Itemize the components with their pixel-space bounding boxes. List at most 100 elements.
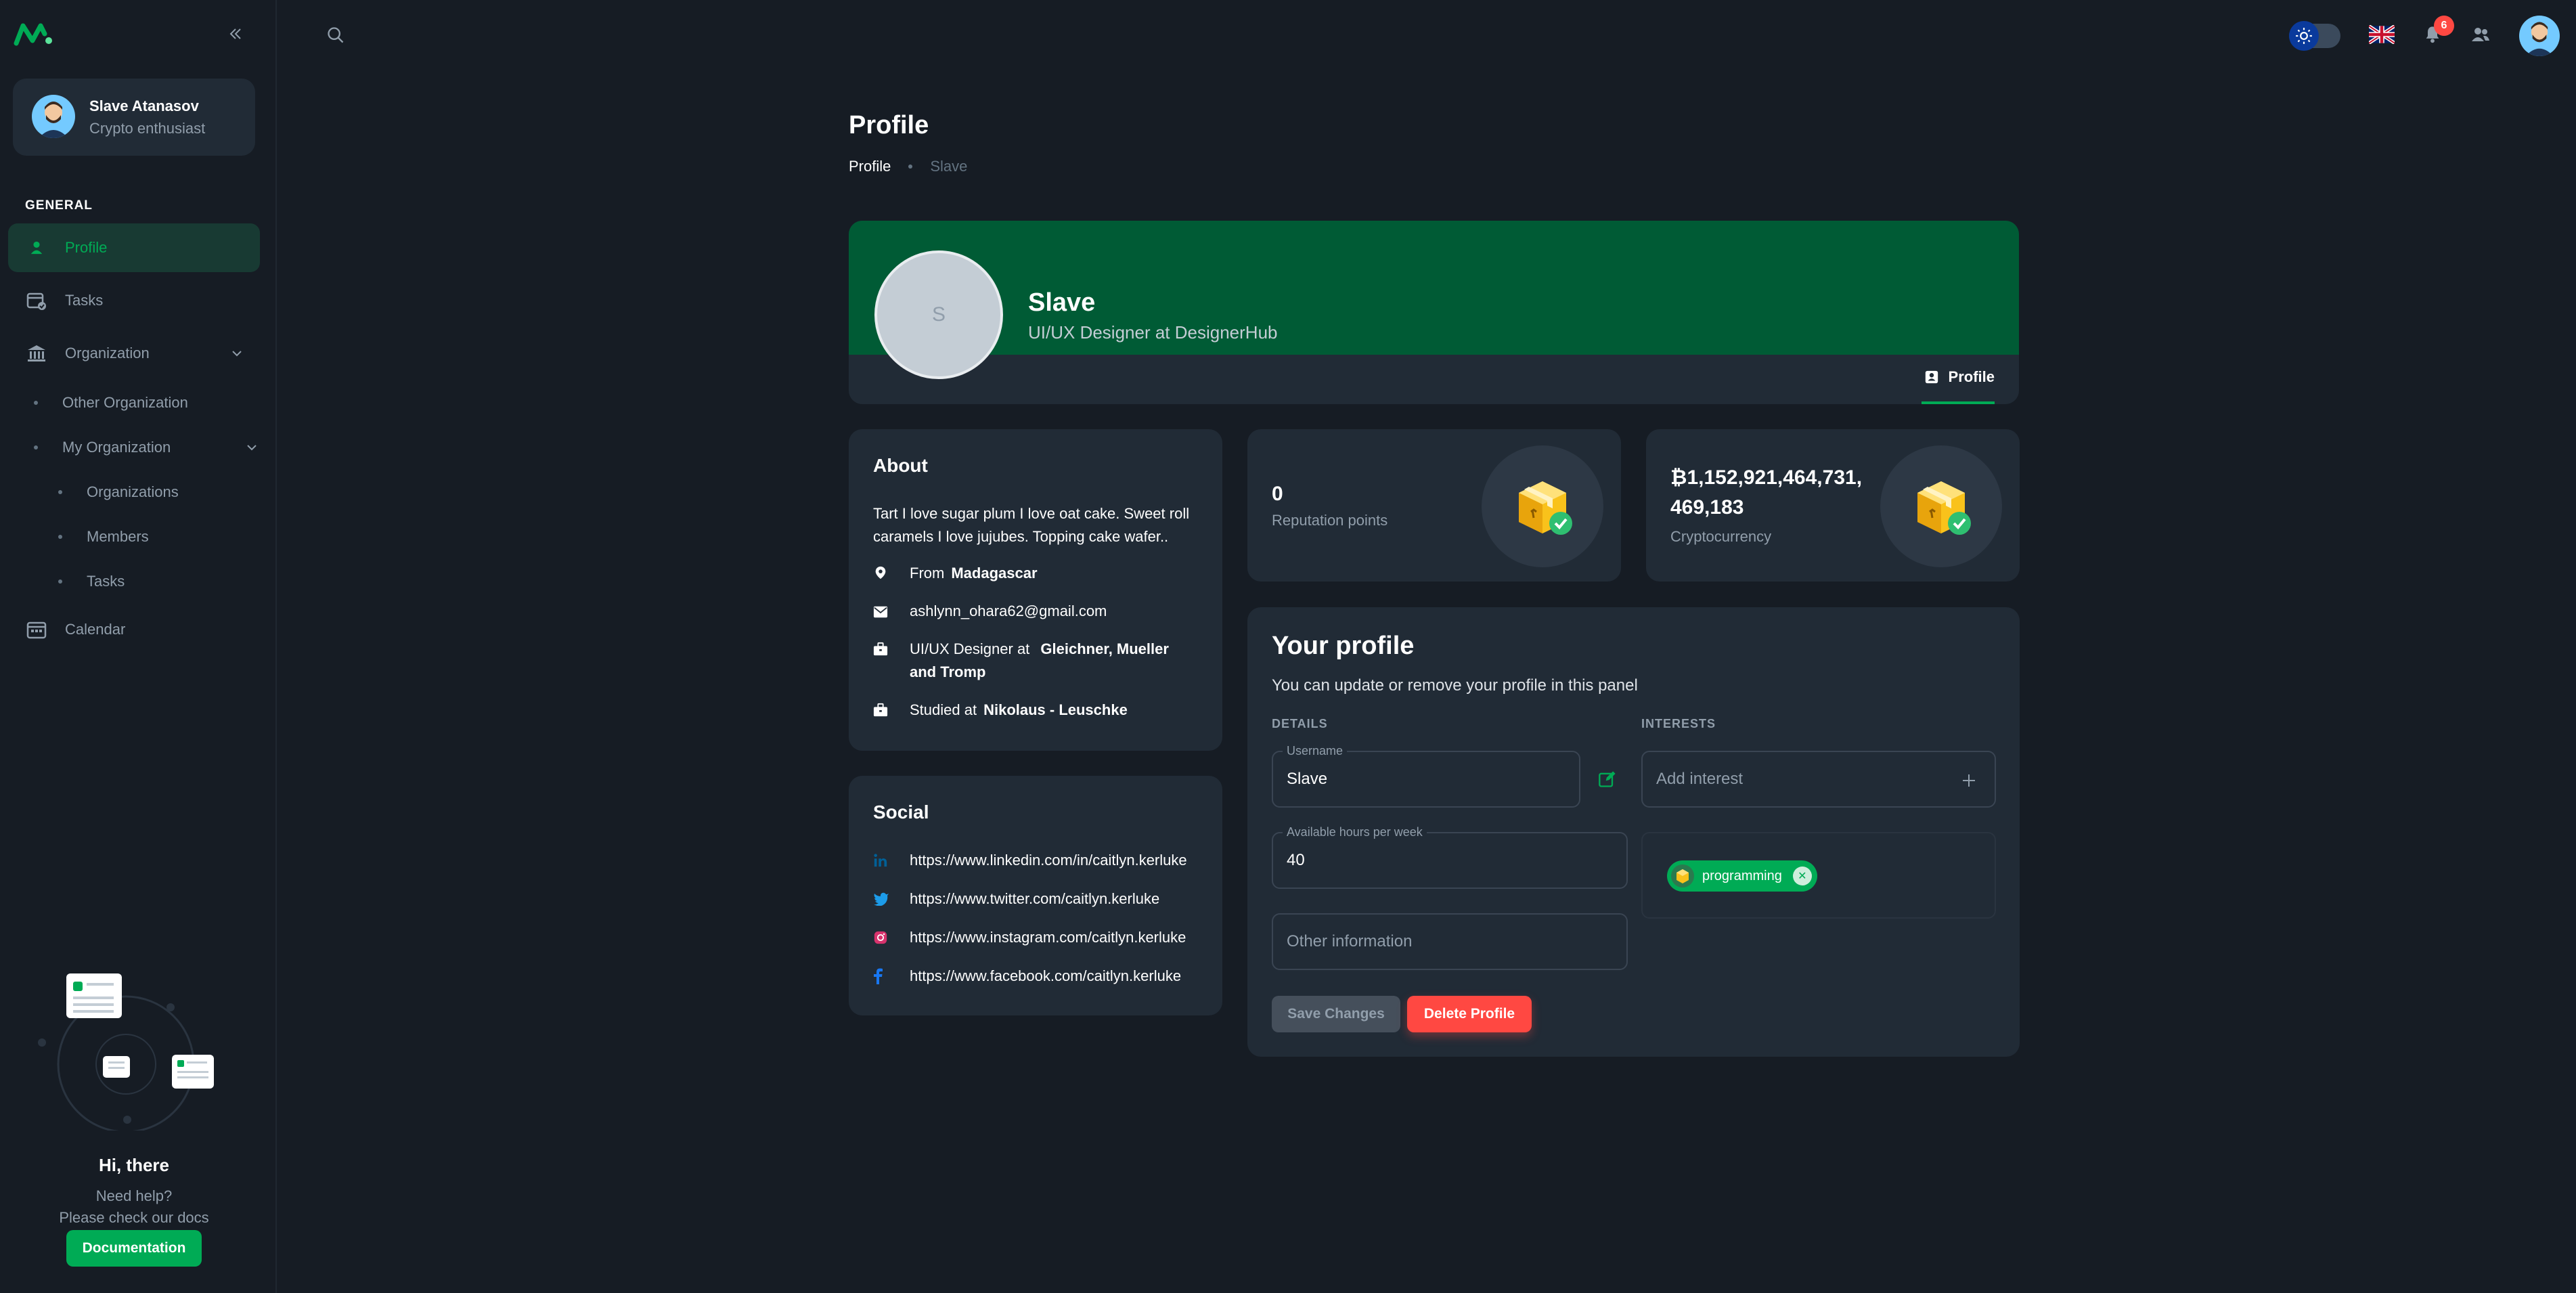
account-avatar[interactable] <box>2519 16 2560 56</box>
hours-field[interactable]: Available hours per week 40 <box>1272 825 1628 889</box>
sidebar-item-label: My Organization <box>62 439 171 456</box>
help-title: Hi, there <box>98 1155 170 1175</box>
avatar <box>32 95 75 138</box>
profile-card-icon <box>1925 370 1938 384</box>
username-field[interactable]: Username Slave <box>1272 744 1580 808</box>
sidebar-item-label: Organization <box>65 345 150 361</box>
sidebar-item-my-organization[interactable]: My Organization <box>34 431 257 464</box>
social-facebook[interactable]: https://www.facebook.com/caitlyn.kerluke <box>873 967 1181 985</box>
hours-label: Available hours per week <box>1283 825 1427 839</box>
about-title: About <box>873 455 928 476</box>
social-card: Social https://www.linkedin.com/in/caitl… <box>849 776 1222 1015</box>
info-study: Studied at Nikolaus - Leuschke <box>873 699 1128 724</box>
social-twitter[interactable]: https://www.twitter.com/caitlyn.kerluke <box>873 890 1159 908</box>
collapse-sidebar-icon[interactable] <box>223 22 248 46</box>
briefcase-icon <box>873 701 891 724</box>
notifications-button[interactable]: 6 <box>2423 15 2454 47</box>
from-value: Madagascar <box>951 565 1038 582</box>
edit-icon[interactable] <box>1598 770 1617 792</box>
sidebar-item-other-organization[interactable]: Other Organization <box>34 386 188 420</box>
profile-job: UI/UX Designer at DesignerHub <box>1028 322 1278 343</box>
sidebar-item-organizations[interactable]: Organizations <box>58 475 179 509</box>
info-email: ashlynn_ohara62@gmail.com <box>873 600 1107 626</box>
location-pin-icon <box>873 565 891 588</box>
mail-icon <box>873 602 891 626</box>
crypto-label: Cryptocurrency <box>1670 528 1772 545</box>
page-title: Profile <box>849 111 929 139</box>
add-interest-field[interactable]: Add interest <box>1641 751 1996 808</box>
sidebar-item-label: Profile <box>65 239 108 256</box>
calendar-icon <box>24 617 49 642</box>
sidebar-item-organization[interactable]: Organization <box>8 329 260 378</box>
plus-icon[interactable] <box>1961 772 1977 789</box>
user-card[interactable]: Slave Atanasov Crypto enthusiast <box>13 79 255 156</box>
sidebar-item-sub-tasks[interactable]: Tasks <box>58 565 125 598</box>
other-information-placeholder: Other information <box>1287 932 1413 950</box>
help-text: Please check our docs <box>59 1209 209 1226</box>
user-icon <box>24 236 49 260</box>
crypto-card: ₿1,152,921,464,731, 469,183 Cryptocurren… <box>1646 429 2020 582</box>
social-link[interactable]: https://www.instagram.com/caitlyn.kerluk… <box>910 929 1186 946</box>
your-profile-subtitle: You can update or remove your profile in… <box>1272 676 1638 695</box>
user-name: Slave Atanasov <box>89 97 199 114</box>
sidebar: Slave Atanasov Crypto enthusiast GENERAL… <box>0 0 277 1293</box>
search-icon[interactable] <box>326 26 345 48</box>
username-value: Slave <box>1287 770 1328 788</box>
social-link[interactable]: https://www.linkedin.com/in/caitlyn.kerl… <box>910 852 1187 869</box>
help-illustration-icon <box>38 973 214 1131</box>
save-changes-button[interactable]: Save Changes <box>1272 996 1400 1032</box>
tab-label: Profile <box>1948 368 1995 385</box>
chevron-down-icon <box>247 445 257 451</box>
sidebar-item-label: Organizations <box>87 483 179 500</box>
language-uk-flag-icon[interactable] <box>2368 24 2396 47</box>
interest-chip[interactable]: programming ✕ <box>1667 860 1817 892</box>
social-link[interactable]: https://www.twitter.com/caitlyn.kerluke <box>910 890 1159 908</box>
bullet-icon <box>34 445 38 450</box>
theme-toggle[interactable] <box>2289 21 2340 51</box>
breadcrumb: Profile Slave <box>849 158 967 175</box>
social-link[interactable]: https://www.facebook.com/caitlyn.kerluke <box>910 967 1181 985</box>
notification-badge: 6 <box>2434 15 2454 36</box>
package-check-icon <box>1482 445 1603 567</box>
delete-profile-button[interactable]: Delete Profile <box>1407 996 1532 1032</box>
interests-box: programming ✕ <box>1641 832 1996 919</box>
tab-profile[interactable]: Profile <box>1924 368 1995 386</box>
facebook-icon <box>873 968 891 984</box>
about-card: About Tart I love sugar plum I love oat … <box>849 429 1222 751</box>
nav-section-title: GENERAL <box>25 198 93 213</box>
your-profile-title: Your profile <box>1272 632 1415 660</box>
linkedin-icon <box>873 853 891 868</box>
reputation-card: 0 Reputation points <box>1247 429 1621 582</box>
sidebar-item-label: Tasks <box>87 573 125 590</box>
briefcase-icon <box>873 640 891 663</box>
tab-indicator <box>1922 401 1995 404</box>
bullet-icon <box>58 535 62 539</box>
social-linkedin[interactable]: https://www.linkedin.com/in/caitlyn.kerl… <box>873 852 1187 869</box>
breadcrumb-link[interactable]: Profile <box>849 158 891 175</box>
social-title: Social <box>873 802 929 823</box>
other-information-field[interactable]: Other information <box>1272 913 1628 970</box>
contacts-icon[interactable] <box>2470 25 2491 47</box>
social-instagram[interactable]: https://www.instagram.com/caitlyn.kerluk… <box>873 929 1186 946</box>
sidebar-item-label: Other Organization <box>62 394 188 411</box>
chip-remove-icon[interactable]: ✕ <box>1792 867 1812 885</box>
bullet-icon <box>58 490 62 494</box>
sidebar-item-tasks[interactable]: Tasks <box>8 276 260 325</box>
breadcrumb-current: Slave <box>930 158 968 175</box>
sidebar-item-label: Tasks <box>65 292 104 309</box>
documentation-button[interactable]: Documentation <box>66 1230 202 1267</box>
sidebar-item-label: Calendar <box>65 621 126 638</box>
chevron-down-icon <box>232 351 242 357</box>
sidebar-item-profile[interactable]: Profile <box>8 223 260 272</box>
sidebar-item-calendar[interactable]: Calendar <box>8 605 260 654</box>
logo-icon[interactable] <box>14 20 54 47</box>
help-text: Need help? <box>95 1187 173 1204</box>
cover-banner <box>849 221 2019 355</box>
email-value: ashlynn_ohara62@gmail.com <box>910 602 1107 619</box>
about-text: Tart I love sugar plum I love oat cake. … <box>873 505 1190 545</box>
chip-label: programming <box>1702 868 1782 883</box>
sidebar-item-members[interactable]: Members <box>58 520 149 554</box>
info-from: From Madagascar <box>873 562 1038 588</box>
bullet-icon <box>34 401 38 405</box>
sun-icon <box>2289 21 2319 51</box>
